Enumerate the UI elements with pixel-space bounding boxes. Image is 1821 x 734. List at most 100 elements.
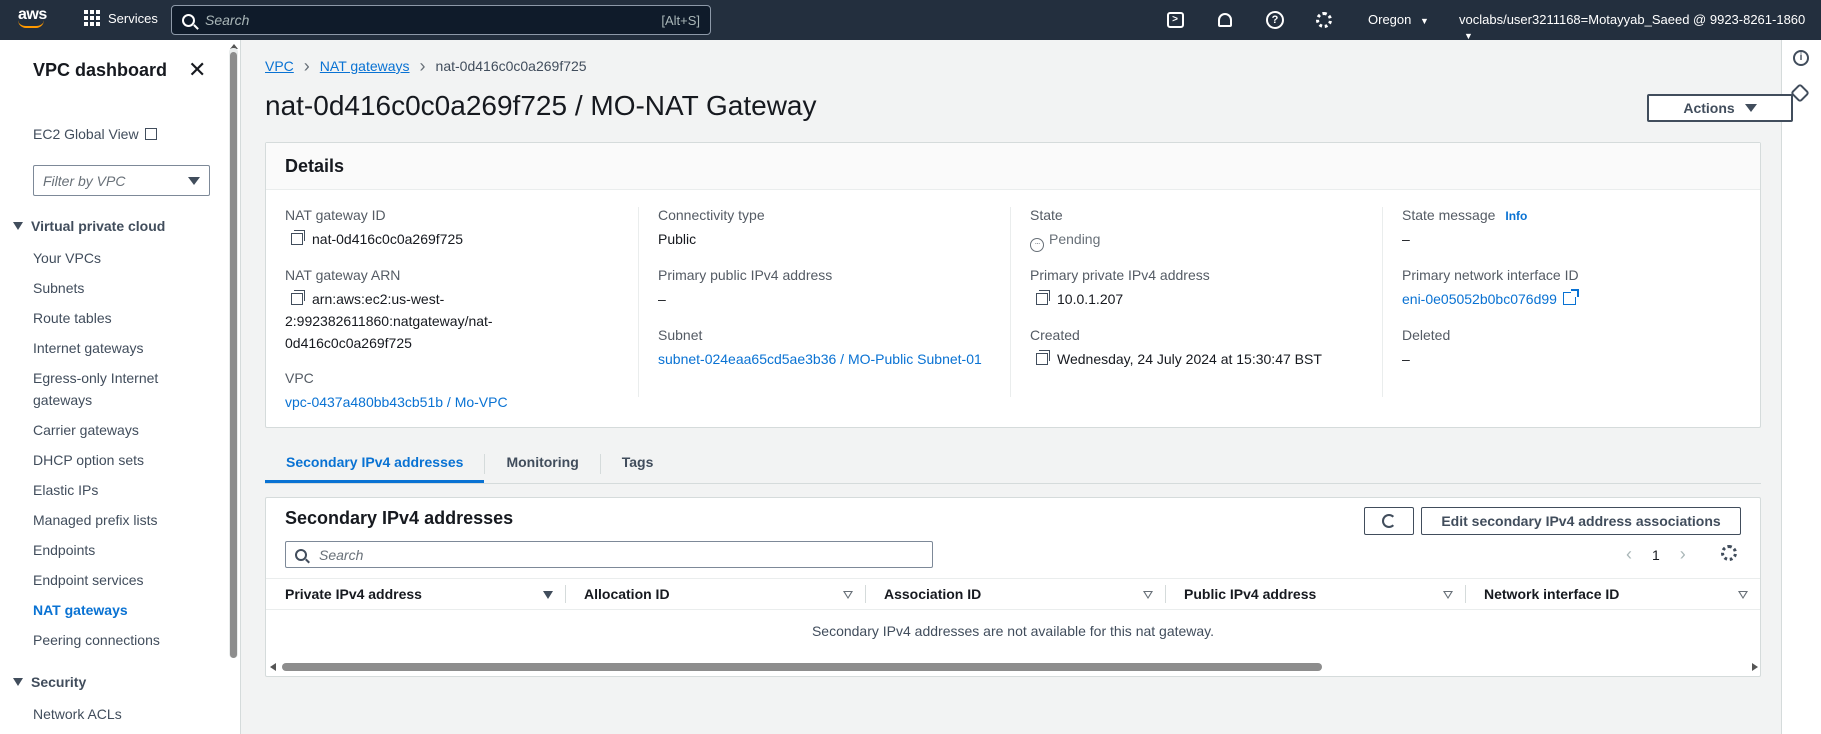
field-label: Primary network interface ID [1402,267,1579,283]
sort-icon [843,591,853,599]
copy-icon[interactable] [291,290,305,305]
pagination: ‹ 1 › [1626,544,1686,565]
sort-icon [1143,591,1153,599]
tab-monitoring[interactable]: Monitoring [485,444,599,483]
cloudshell-button[interactable]: > [1165,10,1185,30]
column-header-association-id[interactable]: Association ID [865,579,1165,609]
table-settings-icon[interactable] [1721,545,1737,561]
copy-icon[interactable] [1036,350,1050,365]
vpc-field: VPC vpc-0437a480bb43cb51b / Mo-VPC [285,370,625,413]
chevron-right-icon[interactable]: › [1680,544,1686,565]
refresh-button[interactable] [1364,507,1414,535]
account-chevron-down-icon: ▼ [1464,31,1473,41]
services-menu-button[interactable]: Services [84,10,158,26]
tab-secondary-ipv4[interactable]: Secondary IPv4 addresses [265,444,485,483]
search-icon [295,548,307,561]
actions-button[interactable]: Actions [1647,94,1793,122]
sidebar-item-your-vpcs[interactable]: Your VPCs [33,248,101,269]
edit-associations-button[interactable]: Edit secondary IPv4 address associations [1421,507,1741,535]
external-link-icon[interactable] [1562,289,1579,305]
sidebar-item-egress-only-line1[interactable]: Egress-only Internet [33,368,158,389]
column-header-network-interface[interactable]: Network interface ID [1465,579,1760,609]
details-column-2: Connectivity type Public Primary public … [638,207,1010,397]
sidebar-item-endpoints[interactable]: Endpoints [33,540,95,561]
vpc-link[interactable]: vpc-0437a480bb43cb51b / Mo-VPC [285,391,625,413]
field-label: NAT gateway ID [285,207,386,223]
sidebar-item-elastic-ips[interactable]: Elastic IPs [33,480,98,501]
scrollbar-thumb[interactable] [230,52,237,658]
scroll-right-arrow-icon[interactable] [1752,663,1758,671]
chevron-left-icon[interactable]: ‹ [1626,544,1632,565]
sidebar-scrollbar[interactable] [229,48,238,658]
settings-icon [1316,12,1332,28]
breadcrumb-nat-gateways[interactable]: NAT gateways [320,58,410,74]
column-header-private-ipv4[interactable]: Private IPv4 address [266,579,565,609]
sidebar-item-dhcp-option-sets[interactable]: DHCP option sets [33,450,144,471]
created-field: Created Wednesday, 24 July 2024 at 15:30… [1030,327,1370,370]
external-link-icon [144,128,157,140]
table-search-input[interactable]: Search [285,541,933,568]
notifications-icon [1218,13,1232,27]
field-label: Connectivity type [658,207,765,223]
field-label: State [1030,207,1063,223]
account-menu[interactable]: voclabs/user3211168=Motayyab_Saeed @ 992… [1459,12,1821,42]
eni-link[interactable]: eni-0e05052b0bc076d99 [1402,291,1557,307]
sidebar-item-ec2-global-view[interactable]: EC2 Global View [33,124,157,145]
primary-private-ip-field: Primary private IPv4 address 10.0.1.207 [1030,267,1370,310]
empty-table-message: Secondary IPv4 addresses are not availab… [811,623,1215,639]
sidebar-item-nat-gateways[interactable]: NAT gateways [33,600,128,621]
settings-button[interactable] [1314,10,1334,30]
sidebar-section-security[interactable]: Security [13,674,86,690]
tab-tags[interactable]: Tags [601,444,675,483]
column-header-allocation-id[interactable]: Allocation ID [565,579,865,609]
arn-line-3: 0d416c0c0a269f725 [285,335,412,351]
help-icon: ? [1266,11,1284,29]
sidebar-item-egress-only-line2[interactable]: gateways [33,390,92,411]
sort-descending-icon [543,591,553,599]
copy-icon[interactable] [291,230,305,245]
sidebar-item-peering-connections[interactable]: Peering connections [33,630,160,651]
page-number[interactable]: 1 [1652,547,1660,563]
global-search-input[interactable]: Search [Alt+S] [171,5,711,35]
filter-by-vpc-select[interactable]: Filter by VPC [33,165,210,196]
info-link[interactable]: Info [1505,209,1527,223]
sidebar-item-network-acls[interactable]: Network ACLs [33,704,122,725]
primary-private-ip-value: 10.0.1.207 [1057,291,1124,307]
region-label: Oregon [1368,12,1412,27]
sidebar-item-route-tables[interactable]: Route tables [33,308,112,329]
tutorial-panel-icon[interactable] [1790,83,1810,103]
details-column-3: State ··· Pending Primary private IPv4 ad… [1010,207,1382,397]
copy-icon[interactable] [1036,290,1050,305]
region-selector[interactable]: Oregon ▼ [1368,12,1429,27]
column-header-public-ipv4[interactable]: Public IPv4 address [1165,579,1465,609]
table-horizontal-scrollbar[interactable] [270,662,1758,672]
subnet-link[interactable]: subnet-024eaa65cd5ae3b36 / MO-Public Sub… [658,348,998,370]
connectivity-type-value: Public [658,231,697,247]
search-placeholder: Search [205,12,250,28]
field-label: Primary public IPv4 address [658,267,833,283]
nat-gateway-id-value: nat-0d416c0c0a269f725 [312,231,464,247]
state-message-field: State message Info – [1402,207,1742,250]
nat-gateway-arn-field: NAT gateway ARN arn:aws:ec2:us-west- 2:9… [285,267,625,354]
sidebar-item-endpoint-services[interactable]: Endpoint services [33,570,144,591]
sidebar-item-subnets[interactable]: Subnets [33,278,84,299]
created-value: Wednesday, 24 July 2024 at 15:30:47 BST [1057,351,1322,367]
pending-icon: ··· [1030,238,1044,252]
scroll-left-arrow-icon[interactable] [270,663,276,671]
sidebar-item-managed-prefix-lists[interactable]: Managed prefix lists [33,510,158,531]
info-panel-icon[interactable]: i [1793,50,1809,66]
section-label: Virtual private cloud [31,218,166,234]
field-label: Primary private IPv4 address [1030,267,1210,283]
sidebar-title[interactable]: VPC dashboard [33,60,167,81]
caret-down-icon [1744,104,1757,112]
close-sidebar-icon[interactable]: ✕ [188,59,206,81]
help-button[interactable]: ? [1265,10,1285,30]
breadcrumb-vpc[interactable]: VPC [265,58,294,74]
sidebar-item-carrier-gateways[interactable]: Carrier gateways [33,420,139,441]
notifications-button[interactable] [1215,10,1235,30]
sidebar-section-vpc[interactable]: Virtual private cloud [13,218,165,234]
aws-logo[interactable]: aws [18,6,52,34]
scrollbar-thumb[interactable] [282,663,1322,671]
sidebar-item-internet-gateways[interactable]: Internet gateways [33,338,144,359]
utility-panel: i [1781,40,1821,734]
